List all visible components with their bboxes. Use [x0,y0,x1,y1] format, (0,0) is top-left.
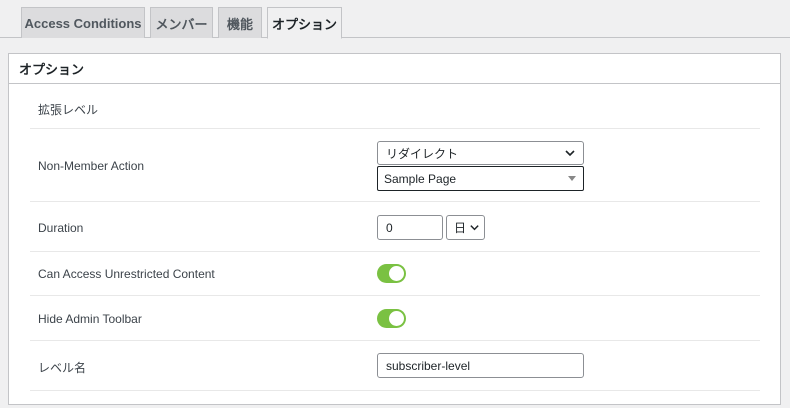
non-member-action-label: Non-Member Action [38,159,145,173]
chevron-down-icon [470,225,479,231]
duration-unit-select[interactable]: 日 [446,215,485,240]
duration-input[interactable]: 0 [377,215,443,240]
hide-admin-toolbar-row: Hide Admin Toolbar [30,296,760,341]
level-name-label: レベル名 [38,361,87,375]
unrestricted-content-label: Can Access Unrestricted Content [38,267,215,281]
panel-title: オプション [9,54,780,84]
tab-options[interactable]: オプション [267,7,342,39]
non-member-action-select[interactable]: リダイレクト [377,141,584,165]
duration-unit-value: 日 [454,221,467,235]
toggle-knob [389,311,404,326]
redirect-page-value: Sample Page [384,171,457,186]
dropdown-arrow-icon [568,176,576,181]
hide-admin-toolbar-label: Hide Admin Toolbar [38,312,142,326]
duration-label: Duration [38,221,84,235]
section-heading-row: 拡張レベル [30,85,760,129]
tab-features[interactable]: 機能 [218,7,262,38]
duration-value: 0 [386,220,393,235]
non-member-action-value: リダイレクト [386,146,459,161]
level-name-row: レベル名 subscriber-level [30,341,760,391]
tab-access-conditions[interactable]: Access Conditions [21,7,145,38]
tab-members[interactable]: メンバー [150,7,213,38]
duration-row: Duration 0 日 [30,202,760,252]
section-heading: 拡張レベル [38,103,99,117]
hide-admin-toolbar-toggle[interactable] [377,309,406,328]
redirect-page-select[interactable]: Sample Page [377,166,584,191]
unrestricted-content-row: Can Access Unrestricted Content [30,252,760,296]
non-member-action-row: Non-Member Action リダイレクト Sample Page [30,129,760,202]
tab-bar: Access Conditions メンバー 機能 オプション [0,0,790,39]
level-name-value: subscriber-level [386,358,471,373]
chevron-down-icon [565,150,575,157]
unrestricted-content-toggle[interactable] [377,264,406,283]
toggle-knob [389,266,404,281]
level-name-input[interactable]: subscriber-level [377,353,584,378]
options-panel: オプション 拡張レベル Non-Member Action リダイレクト Sam… [8,53,781,405]
